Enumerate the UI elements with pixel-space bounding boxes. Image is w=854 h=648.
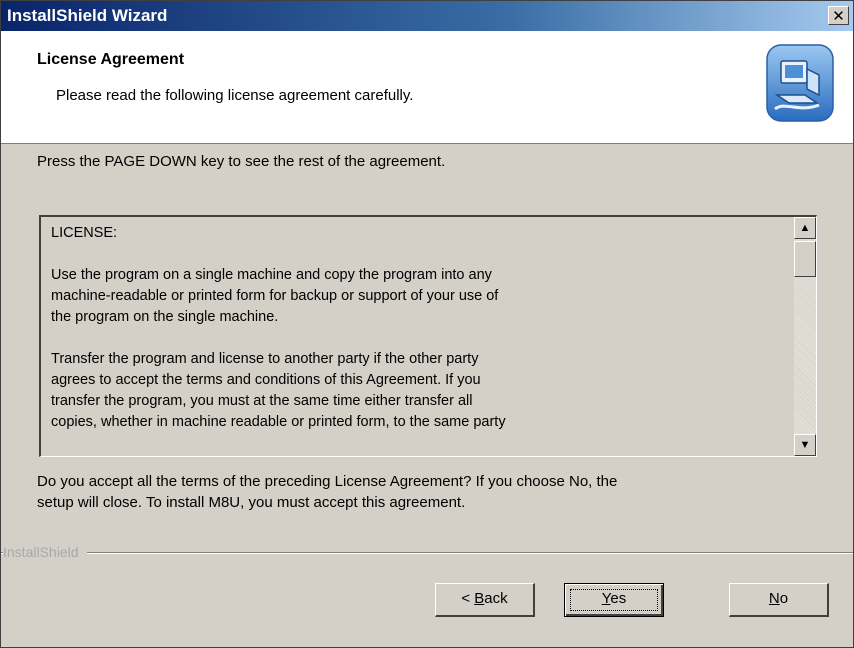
back-button[interactable]: < Back (435, 583, 535, 617)
license-paragraph: Transfer the program and license to anot… (51, 349, 771, 433)
license-line: transfer the program, you must at the sa… (51, 393, 473, 409)
no-button-mnemonic: N (768, 590, 780, 607)
page-down-instruction: Press the PAGE DOWN key to see the rest … (37, 153, 446, 170)
close-icon: ✕ (832, 8, 845, 25)
back-button-prefix: < (461, 590, 475, 607)
license-line: machine-readable or printed form for bac… (51, 288, 499, 304)
question-line: setup will close. To install M8U, you mu… (37, 494, 466, 511)
license-line: copies, whether in machine readable or p… (51, 414, 506, 430)
wizard-header: License Agreement Please read the follow… (1, 31, 853, 144)
no-button[interactable]: No (729, 583, 829, 617)
license-line: agrees to accept the terms and condition… (51, 372, 481, 388)
window-title: InstallShield Wizard (7, 6, 168, 25)
computer-setup-icon (766, 44, 834, 122)
arrow-up-icon: ▲ (799, 222, 811, 234)
title-bar[interactable]: InstallShield Wizard ✕ (1, 1, 853, 31)
back-button-mnemonic: B (474, 590, 485, 607)
installshield-brand-label: InstallShield (3, 544, 87, 560)
license-line: Use the program on a single machine and … (51, 267, 492, 283)
arrow-down-icon: ▼ (799, 439, 811, 451)
license-scrollbar[interactable]: ▲ ▼ (794, 217, 816, 456)
scroll-up-button[interactable]: ▲ (794, 217, 816, 239)
license-text-box[interactable]: LICENSE: Use the program on a single mac… (39, 215, 817, 457)
focus-rect (570, 589, 658, 611)
installshield-wizard-window: InstallShield Wizard ✕ License Agreement… (0, 0, 854, 648)
license-line: Transfer the program and license to anot… (51, 351, 479, 367)
no-button-label: o (779, 590, 789, 607)
license-content: LICENSE: Use the program on a single mac… (51, 223, 771, 454)
close-button[interactable]: ✕ (828, 6, 849, 25)
license-heading: LICENSE: (51, 225, 118, 241)
brand-separator: InstallShield (1, 544, 853, 560)
page-title: License Agreement (37, 51, 185, 68)
scroll-down-button[interactable]: ▼ (794, 434, 816, 456)
page-subtitle: Please read the following license agreem… (56, 87, 414, 104)
license-line: the program on the single machine. (51, 309, 279, 325)
yes-button[interactable]: Yes (564, 583, 664, 617)
back-button-label: ack (484, 590, 508, 607)
divider (1, 552, 853, 554)
accept-question: Do you accept all the terms of the prece… (37, 471, 817, 513)
question-line: Do you accept all the terms of the prece… (37, 473, 618, 490)
license-paragraph: Use the program on a single machine and … (51, 265, 771, 328)
scroll-thumb[interactable] (794, 241, 816, 277)
